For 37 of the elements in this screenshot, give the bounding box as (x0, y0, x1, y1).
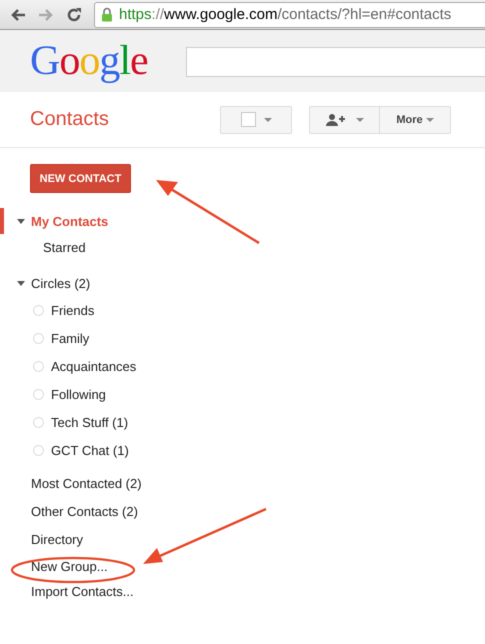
person-add-icon (326, 114, 348, 126)
google-logo[interactable]: Google (30, 37, 148, 85)
search-field[interactable] (186, 47, 485, 77)
sidebar-link[interactable]: Import Contacts... (31, 579, 134, 604)
circle-item[interactable]: Tech Stuff (1) (51, 414, 128, 430)
circle-item[interactable]: Friends (51, 302, 94, 318)
more-button[interactable]: More (380, 106, 451, 134)
address-bar[interactable]: https://www.google.com/contacts/?hl=en#contacts (94, 2, 485, 28)
circle-icon (33, 332, 44, 344)
caret-icon (426, 118, 434, 122)
circle-item[interactable]: Following (51, 386, 106, 402)
sidebar-link[interactable]: New Group... (31, 554, 108, 579)
caret-icon[interactable] (17, 280, 25, 286)
page-title: Contacts (30, 108, 110, 131)
caret-icon (264, 118, 272, 122)
sidebar-item[interactable]: Starred (43, 234, 86, 262)
sidebar-item[interactable]: Other Contacts (2) (31, 498, 138, 526)
sidebar-item[interactable]: Directory (31, 526, 84, 554)
circle-icon (33, 444, 44, 456)
checkbox[interactable] (240, 112, 256, 127)
group-item[interactable]: My Contacts (0, 208, 485, 234)
group-item[interactable]: Circles (2) (0, 270, 485, 296)
circle-icon (33, 388, 44, 400)
new-contact-button[interactable]: NEW CONTACT (30, 164, 131, 193)
circle-item[interactable]: GCT Chat (1) (51, 442, 129, 458)
circle-item[interactable]: Acquaintances (51, 358, 136, 374)
caret-icon (356, 118, 364, 122)
sidebar-item[interactable]: Most Contacted (2) (31, 470, 142, 498)
caret-icon[interactable] (17, 218, 25, 224)
lock-icon (101, 7, 113, 22)
add-person-button[interactable] (309, 106, 380, 134)
circle-item[interactable]: Family (51, 330, 90, 346)
circle-icon (33, 304, 44, 316)
back-icon[interactable] (10, 8, 26, 22)
circle-icon (33, 416, 44, 428)
reload-icon[interactable] (66, 6, 82, 22)
circle-icon (33, 360, 44, 372)
